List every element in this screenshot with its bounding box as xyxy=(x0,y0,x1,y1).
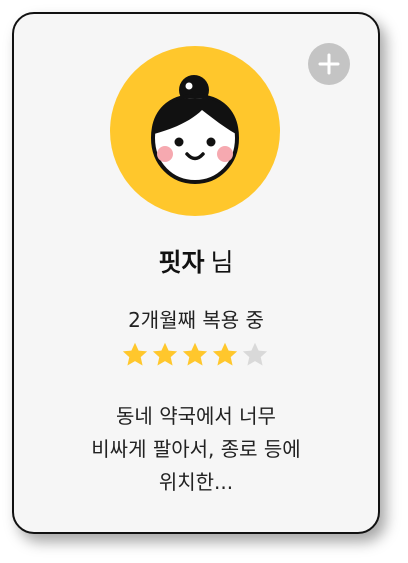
review-text: 동네 약국에서 너무 비싸게 팔아서, 종로 등에 위치한... xyxy=(91,404,301,494)
add-button[interactable] xyxy=(308,43,350,85)
reviewer-name: 핏자 xyxy=(158,248,205,277)
reviewer-name-suffix: 님 xyxy=(210,248,234,277)
usage-duration: 2개월째 복용 중 xyxy=(128,308,264,332)
star-empty-icon xyxy=(242,342,268,366)
plus-icon xyxy=(318,53,340,75)
star-filled-icon xyxy=(212,342,238,366)
smiling-face-avatar-icon xyxy=(110,46,280,216)
reviewer-name-row: 핏자 님 xyxy=(14,246,378,280)
star-filled-icon xyxy=(182,342,208,366)
review-card[interactable]: 핏자 님 2개월째 복용 중 동네 약국에서 너무 비싸게 팔아서, 종로 등에 … xyxy=(12,12,380,534)
star-filled-icon xyxy=(122,342,148,366)
star-rating xyxy=(121,341,271,369)
star-filled-icon xyxy=(152,342,178,366)
